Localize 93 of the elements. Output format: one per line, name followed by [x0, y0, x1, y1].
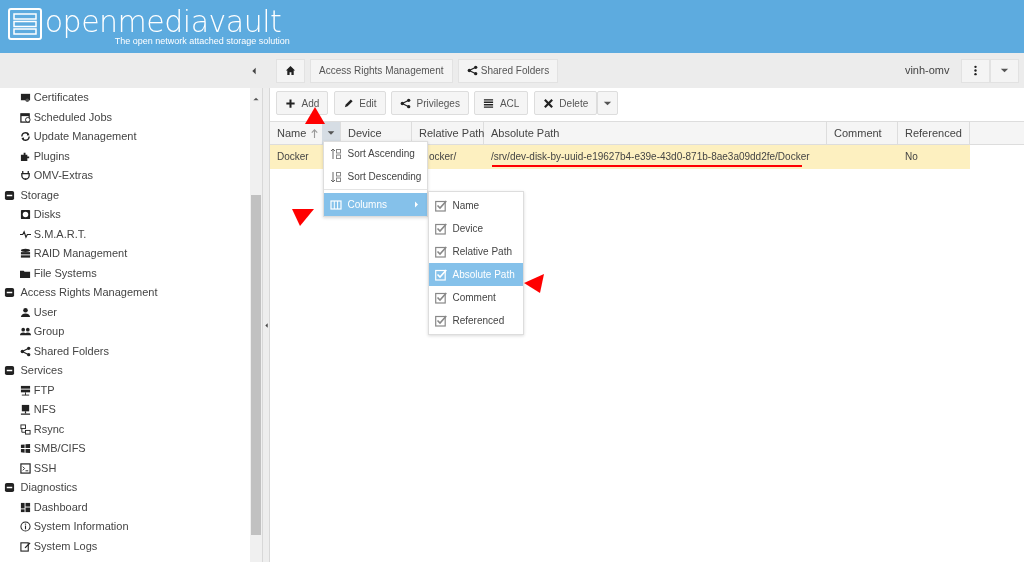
toolbar-button[interactable]: ACL: [474, 91, 529, 115]
database-icon: [20, 248, 31, 260]
column-header[interactable]: Referenced: [898, 121, 970, 145]
sort-descending-icon: [330, 170, 342, 183]
sidebar-item[interactable]: Plugins: [0, 146, 250, 166]
share-icon: [400, 97, 412, 109]
user-icon: [20, 306, 31, 318]
menu-item[interactable]: Device: [429, 217, 523, 240]
sidebar-item[interactable]: Shared Folders: [0, 341, 250, 361]
list-icon: [483, 97, 495, 109]
sidebar-item[interactable]: OMV-Extras: [0, 166, 250, 186]
pencil-icon: [342, 97, 354, 109]
sidebar-item[interactable]: Dashboard: [0, 497, 250, 517]
table-cell: /srv/dev-disk-by-uuid-e19627b4-e39e-43d0-871b-8ae3a09dd2fe/Docker: [491, 150, 810, 162]
sidebar-item[interactable]: NFS: [0, 400, 250, 420]
caret-icon: [412, 200, 421, 209]
server-icon: [20, 384, 31, 396]
menu-item[interactable]: Relative Path: [429, 240, 523, 263]
sidebar-item[interactable]: Scheduled Jobs: [0, 107, 250, 127]
table-cell: Docker: [277, 150, 309, 162]
sidebar-item[interactable]: S.M.A.R.T.: [0, 224, 250, 244]
sidebar-item[interactable]: RAID Management: [0, 244, 250, 264]
sidebar-item[interactable]: SMB/CIFS: [0, 439, 250, 459]
sidebar-item[interactable]: SSH: [0, 458, 250, 478]
sidebar-group[interactable]: Access Rights Management: [0, 283, 250, 303]
home-icon: [284, 65, 296, 76]
table-cell: No: [905, 150, 918, 162]
refresh-icon: [20, 131, 31, 143]
scrollbar-thumb[interactable]: [251, 195, 261, 535]
info-icon: [20, 521, 31, 533]
plug-icon: [20, 170, 31, 182]
sidebar-item[interactable]: File Systems: [0, 263, 250, 283]
sidebar-item[interactable]: Group: [0, 322, 250, 342]
menu-button[interactable]: [960, 58, 990, 83]
table-cell: ocker/: [429, 150, 457, 162]
sidebar-item[interactable]: User: [0, 302, 250, 322]
calendar-icon: [20, 111, 31, 123]
toolbar-button[interactable]: Privileges: [391, 91, 469, 115]
hostname: vinh-omv: [904, 63, 950, 79]
menu-item[interactable]: Comment: [429, 286, 523, 309]
group-icon: [20, 326, 31, 338]
checkbox[interactable]: [435, 291, 447, 304]
sidebar-group[interactable]: Services: [0, 361, 250, 381]
tiles-icon: [20, 443, 31, 455]
toolbar-button[interactable]: Delete: [533, 91, 598, 115]
column-header[interactable]: Comment: [827, 121, 898, 145]
toolbar-button[interactable]: Add: [276, 91, 329, 115]
monitor-icon: [20, 404, 31, 416]
plus-icon: [285, 97, 296, 109]
certificate-icon: [20, 92, 31, 104]
scroll-up-icon: [252, 95, 260, 103]
caret-icon: [262, 321, 270, 329]
sidebar-group[interactable]: Storage: [0, 185, 250, 205]
sidebar-item[interactable]: Rsync: [0, 419, 250, 439]
share-icon: [20, 345, 31, 357]
sidebar-item[interactable]: System Logs: [0, 536, 250, 556]
close-icon: [542, 97, 554, 109]
edit-icon: [20, 540, 31, 552]
checkbox[interactable]: [435, 199, 447, 212]
sidebar-item[interactable]: System Information: [0, 517, 250, 537]
annotation-arrow: [292, 209, 314, 226]
menu-item[interactable]: Name: [429, 194, 523, 217]
terminal-icon: [20, 462, 31, 474]
columns-icon: [330, 198, 342, 211]
network-icon: [20, 423, 31, 435]
menu-item[interactable]: Sort Ascending: [324, 142, 427, 165]
menu-item[interactable]: Referenced: [429, 309, 523, 332]
logo-wordmark: openmediavault: [44, 8, 282, 36]
sidebar-item[interactable]: FTP: [0, 380, 250, 400]
pulse-icon: [20, 228, 31, 240]
sidebar-group[interactable]: Diagnostics: [0, 478, 250, 498]
annotation-arrow: [305, 107, 325, 124]
logo-tagline: The open network attached storage solution: [114, 36, 290, 46]
logo-icon: [8, 8, 42, 40]
home-button[interactable]: [275, 58, 305, 83]
checkbox[interactable]: [435, 245, 447, 258]
column-header[interactable]: Absolute Path: [484, 121, 827, 145]
scrollbar[interactable]: [250, 88, 262, 562]
breadcrumb-link[interactable]: Access Rights Management: [310, 58, 453, 83]
checkbox[interactable]: [435, 222, 447, 235]
disk-icon: [20, 209, 31, 221]
annotation-arrow: [524, 274, 544, 293]
sidebar-item[interactable]: Certificates: [0, 88, 250, 108]
dashboard-icon: [20, 501, 31, 513]
puzzle-icon: [20, 150, 31, 162]
share-icon: [467, 65, 478, 76]
toolbar-button[interactable]: Edit: [333, 91, 386, 115]
sort-ascending-icon: [330, 147, 342, 160]
sidebar-item[interactable]: Disks: [0, 205, 250, 225]
sidebar-item[interactable]: Update Management: [0, 127, 250, 147]
breadcrumb-link[interactable]: Shared Folders: [458, 58, 559, 83]
split-dropdown-button[interactable]: [597, 91, 619, 115]
checkbox[interactable]: [435, 314, 447, 327]
